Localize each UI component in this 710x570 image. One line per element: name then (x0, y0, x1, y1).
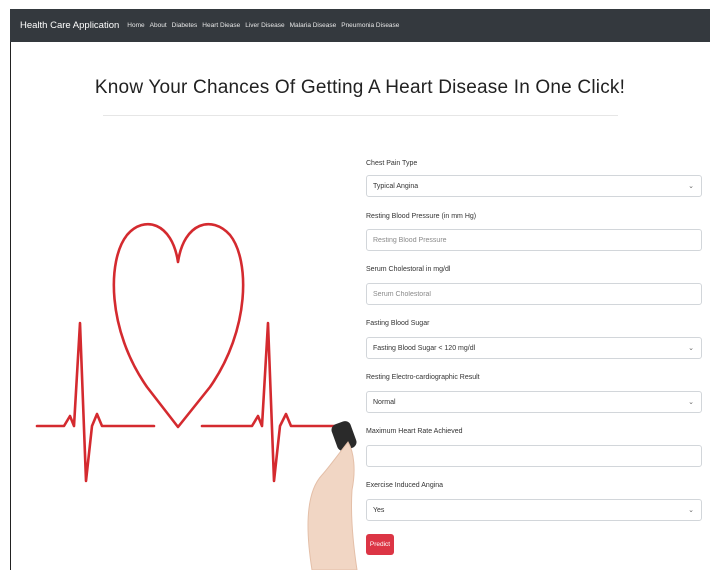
nav-pneumonia-disease[interactable]: Pneumonia Disease (341, 22, 399, 29)
max-heart-rate-input[interactable] (366, 445, 702, 467)
ecg-value: Normal (373, 398, 396, 406)
page-title: Know Your Chances Of Getting A Heart Dis… (94, 77, 626, 98)
angina-label: Exercise Induced Angina (366, 482, 444, 489)
chevron-down-icon: ⌄ (688, 183, 694, 190)
hand-shape (307, 441, 358, 570)
angina-value: Yes (373, 506, 385, 514)
chevron-down-icon: ⌄ (688, 345, 694, 352)
brand-link[interactable]: Health Care Application (20, 20, 119, 31)
nav-liver-disease[interactable]: Liver Disease (245, 22, 284, 29)
chest-pain-label: Chest Pain Type (366, 160, 418, 167)
nav-diabetes[interactable]: Diabetes (172, 22, 198, 29)
max-heart-rate-label: Maximum Heart Rate Achieved (366, 428, 463, 435)
ecg-line (35, 321, 342, 483)
page-left-border (10, 42, 11, 570)
nav-heart-disease[interactable]: Heart Diease (202, 22, 240, 29)
nav-home[interactable]: Home (127, 22, 144, 29)
ecg-select[interactable]: Normal ⌄ (366, 391, 702, 413)
chest-pain-select[interactable]: Typical Angina ⌄ (366, 175, 702, 197)
angina-select[interactable]: Yes ⌄ (366, 499, 702, 521)
cholesterol-input[interactable] (366, 283, 702, 305)
chevron-down-icon: ⌄ (688, 507, 694, 514)
nav-malaria-disease[interactable]: Malaria Disease (290, 22, 337, 29)
fasting-sugar-value: Fasting Blood Sugar < 120 mg/dl (373, 344, 476, 352)
fasting-sugar-label: Fasting Blood Sugar (366, 320, 430, 327)
resting-bp-input[interactable] (366, 229, 702, 251)
cholesterol-label: Serum Cholestoral in mg/dl (366, 266, 451, 273)
fasting-sugar-select[interactable]: Fasting Blood Sugar < 120 mg/dl ⌄ (366, 337, 702, 359)
nav-about[interactable]: About (150, 22, 167, 29)
title-divider (103, 115, 618, 116)
chevron-down-icon: ⌄ (688, 399, 694, 406)
resting-bp-label: Resting Blood Pressure (in mm Hg) (366, 213, 477, 220)
chest-pain-value: Typical Angina (373, 182, 419, 190)
ecg-label: Resting Electro-cardiographic Result (366, 374, 480, 381)
top-navbar: Health Care Application Home About Diabe… (10, 9, 710, 42)
heartbeat-heart-illustration (35, 223, 358, 570)
predict-button[interactable]: Predict (366, 534, 394, 555)
heart-outline (112, 223, 245, 429)
